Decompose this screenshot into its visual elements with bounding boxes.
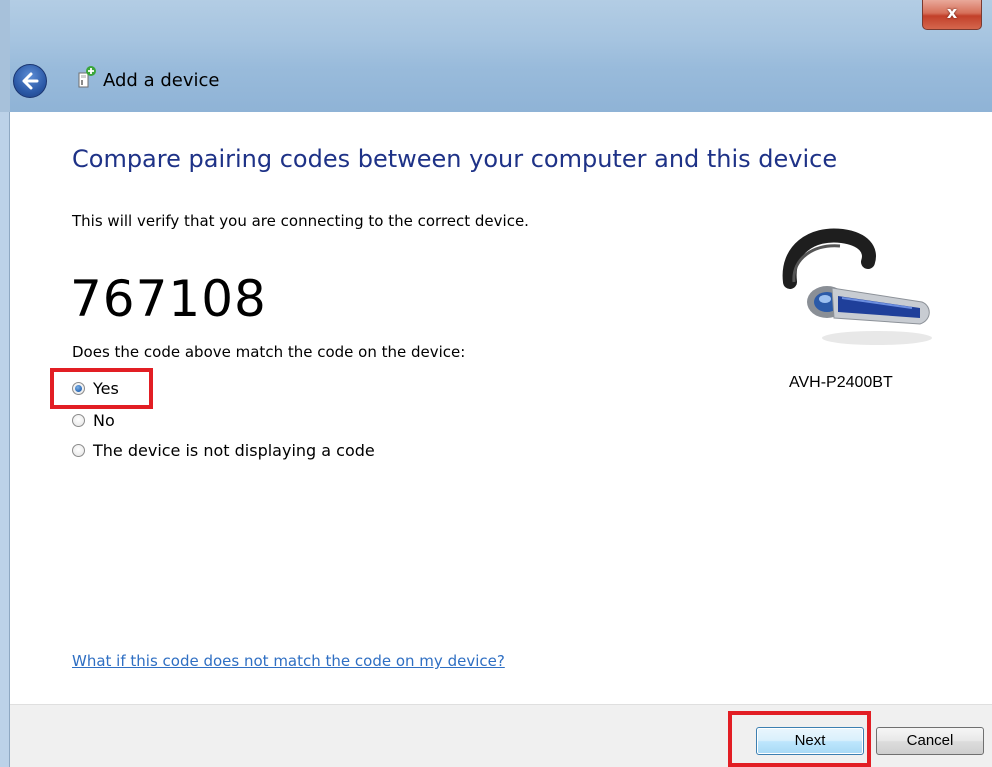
pairing-code: 767108 <box>70 270 267 328</box>
radio-option-no[interactable]: No <box>72 408 115 432</box>
bluetooth-headset-icon <box>782 228 932 345</box>
window-frame-edge <box>0 0 10 112</box>
match-question: Does the code above match the code on th… <box>72 343 466 361</box>
window-title: Add a device <box>103 70 220 91</box>
wizard-content: Compare pairing codes between your compu… <box>10 112 992 704</box>
radio-label-no: No <box>93 410 115 430</box>
annotation-highlight-yes <box>50 368 153 409</box>
radio-option-no-code[interactable]: The device is not displaying a code <box>72 438 375 462</box>
back-button[interactable] <box>13 64 47 98</box>
page-heading: Compare pairing codes between your compu… <box>72 145 838 173</box>
title-bar <box>0 0 992 112</box>
radio-button-icon[interactable] <box>72 413 85 427</box>
add-device-icon <box>78 66 96 88</box>
code-mismatch-help-link[interactable]: What if this code does not match the cod… <box>72 652 505 670</box>
window-left-border <box>0 112 10 767</box>
device-name: AVH-P2400BT <box>789 374 893 391</box>
radio-label-no-code: The device is not displaying a code <box>93 440 375 460</box>
radio-button-icon[interactable] <box>72 443 85 457</box>
annotation-highlight-next <box>728 711 871 767</box>
close-button[interactable]: x <box>922 0 982 30</box>
page-subtitle: This will verify that you are connecting… <box>72 212 529 230</box>
cancel-button[interactable]: Cancel <box>876 727 984 755</box>
back-arrow-icon <box>22 72 39 90</box>
close-icon: x <box>946 3 958 22</box>
